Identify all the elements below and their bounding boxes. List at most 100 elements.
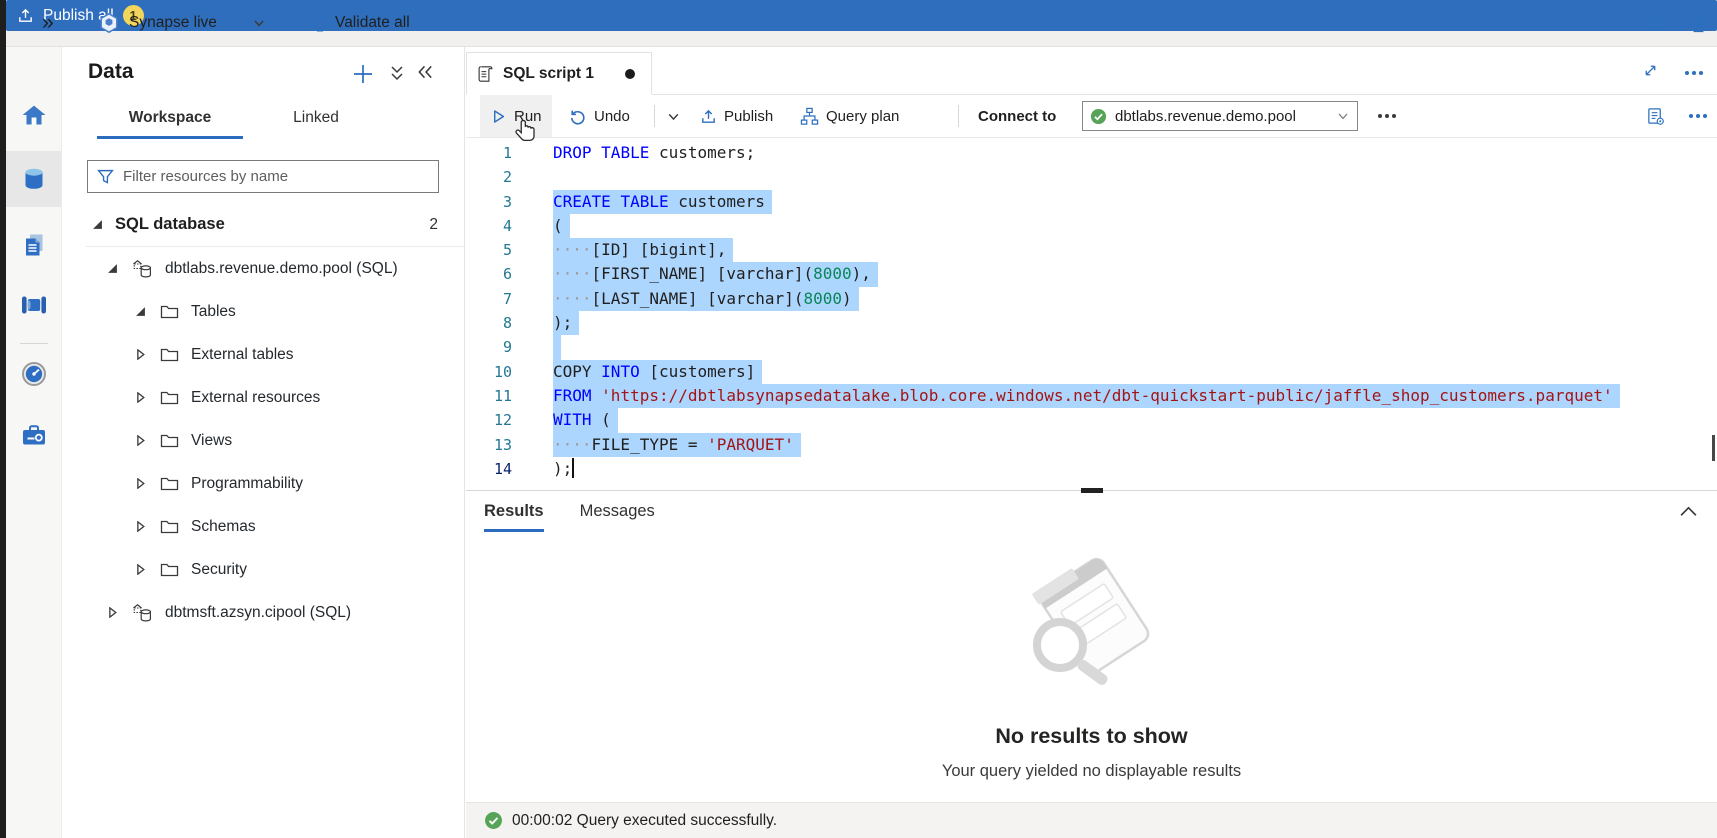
add-resource-button[interactable]	[352, 63, 374, 85]
code-line-14[interactable]: 14);	[466, 457, 1717, 481]
expand-editor-button[interactable]	[1642, 62, 1659, 79]
collapsed-twisty-icon[interactable]	[135, 564, 146, 575]
collapsed-twisty-icon[interactable]	[135, 478, 146, 489]
undo-label: Undo	[594, 108, 630, 125]
code-line-7[interactable]: 7····[LAST_NAME] [varchar](8000)	[466, 287, 1717, 311]
selection-highlight: COPY INTO [customers]	[553, 360, 762, 384]
undo-icon	[568, 107, 587, 126]
tree-item-dbtmsft-azsyn-cipool-sql[interactable]: dbtmsft.azsyn.cipool (SQL)	[62, 591, 464, 634]
expand-sidebar-button[interactable]: »	[36, 0, 60, 46]
validate-all-button[interactable]: Validate all	[306, 0, 410, 46]
folder-icon	[160, 433, 179, 449]
refresh-button[interactable]	[1644, 0, 1665, 46]
sql-script-icon	[477, 64, 494, 84]
collapsed-twisty-icon[interactable]	[135, 392, 146, 403]
selection-highlight: (	[553, 214, 570, 238]
toolbar-overflow-button[interactable]	[1689, 95, 1707, 137]
collapsed-twisty-icon[interactable]	[107, 607, 118, 618]
tab-more-button[interactable]	[1685, 62, 1703, 80]
code-line-1[interactable]: 1DROP TABLE customers;	[466, 141, 1717, 165]
tree-item-programmability[interactable]: Programmability	[62, 462, 464, 505]
refresh-icon	[1644, 13, 1665, 34]
query-plan-label: Query plan	[826, 108, 899, 125]
tab-results[interactable]: Results	[484, 502, 544, 532]
run-button[interactable]: Run	[480, 95, 552, 137]
tab-messages[interactable]: Messages	[580, 502, 655, 532]
nav-home-button[interactable]	[6, 87, 61, 143]
undo-button[interactable]: Undo	[568, 95, 630, 137]
run-options-dropdown-button[interactable]	[666, 95, 681, 137]
code-line-5[interactable]: 5····[ID] [bigint],	[466, 238, 1717, 262]
code-line-9[interactable]: 9	[466, 335, 1717, 359]
collapse-results-button[interactable]	[1679, 504, 1698, 518]
run-label: Run	[514, 108, 542, 125]
trash-icon	[1688, 13, 1709, 34]
data-panel-tabs: Workspace Linked	[97, 109, 389, 139]
code-line-6[interactable]: 6····[FIRST_NAME] [varchar](8000),	[466, 262, 1717, 286]
collapsed-twisty-icon[interactable]	[135, 349, 146, 360]
line-number: 1	[466, 141, 512, 165]
validate-check-icon	[306, 13, 326, 33]
resize-handle[interactable]	[1081, 488, 1103, 493]
tree-item-label: Views	[191, 432, 232, 450]
code-line-12[interactable]: 12WITH (	[466, 408, 1717, 432]
tab-sql-script-1[interactable]: SQL script 1	[466, 52, 652, 95]
results-panel-header: Results Messages	[466, 490, 1717, 538]
tree-item-dbtlabs-revenue-demo-pool-sql[interactable]: dbtlabs.revenue.demo.pool (SQL)	[62, 247, 464, 290]
tree-item-security[interactable]: Security	[62, 548, 464, 591]
code-line-4[interactable]: 4(	[466, 214, 1717, 238]
collapsed-twisty-icon[interactable]	[135, 521, 146, 532]
line-number: 5	[466, 238, 512, 262]
properties-button[interactable]	[1646, 95, 1665, 137]
code-line-11[interactable]: 11FROM 'https://dbtlabsynapsedatalake.bl…	[466, 384, 1717, 408]
tree-item-schemas[interactable]: Schemas	[62, 505, 464, 548]
success-check-icon	[484, 811, 503, 830]
expanded-twisty-icon[interactable]	[92, 219, 103, 230]
nav-develop-button[interactable]	[6, 217, 61, 273]
tree-item-sql-database[interactable]: SQL database2	[62, 203, 464, 246]
filter-input[interactable]	[123, 168, 429, 185]
no-results-illustration-icon	[997, 550, 1187, 710]
collapse-panel-button[interactable]	[416, 63, 434, 81]
tab-workspace[interactable]: Workspace	[97, 109, 243, 139]
tree-item-external-resources[interactable]: External resources	[62, 376, 464, 419]
tab-linked[interactable]: Linked	[243, 109, 389, 139]
panel-title: Data	[88, 60, 134, 84]
expanded-twisty-icon[interactable]	[107, 263, 118, 274]
tree-item-label: Tables	[191, 303, 236, 321]
toolbar-more-button[interactable]	[1378, 95, 1396, 137]
connect-to-label: Connect to	[978, 95, 1056, 137]
code-line-3[interactable]: 3CREATE TABLE customers	[466, 190, 1717, 214]
mode-switcher[interactable]: Synapse live	[98, 0, 266, 46]
code-line-2[interactable]: 2	[466, 165, 1717, 189]
code-line-13[interactable]: 13····FILE_TYPE = 'PARQUET'	[466, 433, 1717, 457]
nav-manage-button[interactable]	[6, 407, 61, 463]
tree-item-label: dbtmsft.azsyn.cipool (SQL)	[165, 604, 351, 622]
code-line-10[interactable]: 10COPY INTO [customers]	[466, 360, 1717, 384]
query-plan-button[interactable]: Query plan	[800, 95, 899, 137]
publish-button[interactable]: Publish	[700, 95, 773, 137]
tree-item-count: 2	[429, 216, 464, 234]
sql-code-editor[interactable]: 1DROP TABLE customers;23CREATE TABLE cus…	[466, 138, 1717, 490]
folder-icon	[160, 347, 179, 363]
tree-item-tables[interactable]: Tables	[62, 290, 464, 333]
line-number: 7	[466, 287, 512, 311]
synapse-logo-icon	[98, 12, 120, 34]
discard-all-button[interactable]	[1688, 0, 1709, 46]
line-number: 2	[466, 165, 512, 189]
selection-highlight	[553, 335, 561, 359]
expanded-twisty-icon[interactable]	[135, 306, 146, 317]
connect-pool-dropdown[interactable]: dbtlabs.revenue.demo.pool	[1082, 101, 1358, 131]
code-line-8[interactable]: 8);	[466, 311, 1717, 335]
nav-monitor-button[interactable]	[6, 346, 61, 402]
data-icon	[21, 166, 47, 192]
double-chevron-left-icon	[416, 63, 434, 81]
tree-item-external-tables[interactable]: External tables	[62, 333, 464, 376]
nav-integrate-button[interactable]	[6, 277, 61, 333]
nav-data-button[interactable]	[6, 151, 61, 207]
collapsed-twisty-icon[interactable]	[135, 435, 146, 446]
selection-highlight: WITH (	[553, 408, 618, 432]
expand-all-button[interactable]	[388, 63, 406, 83]
tree-item-views[interactable]: Views	[62, 419, 464, 462]
chevron-down-icon	[252, 16, 266, 30]
